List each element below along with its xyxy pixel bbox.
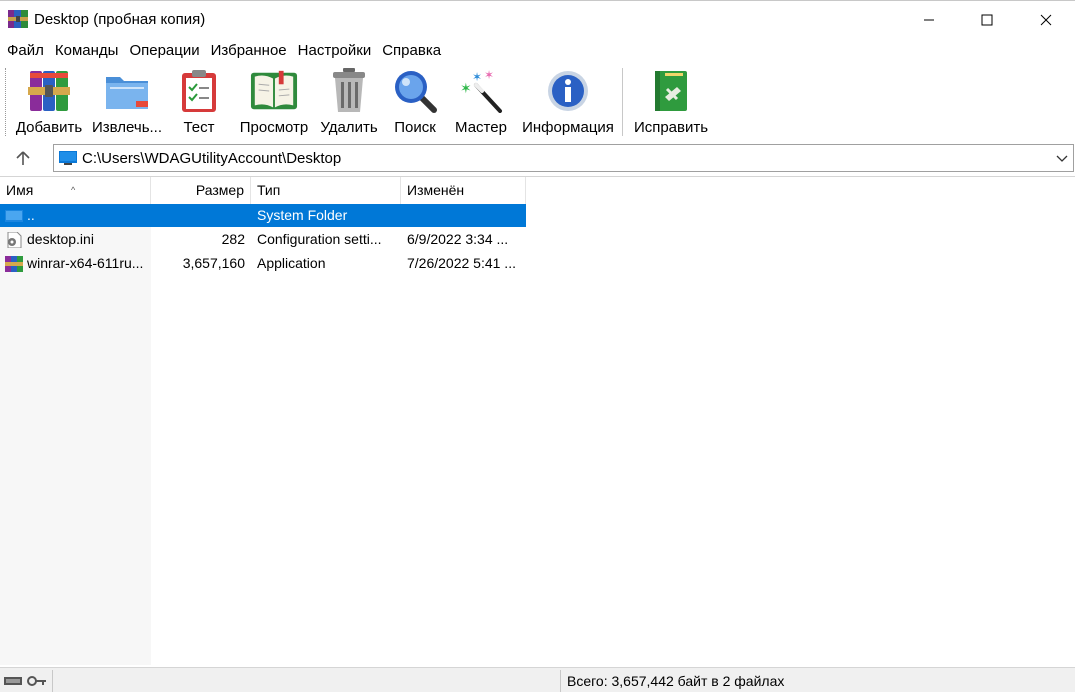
status-summary: Всего: 3,657,442 байт в 2 файлах	[567, 673, 785, 689]
status-divider	[560, 670, 561, 692]
extract-folder-icon	[106, 77, 148, 109]
toolbar: Добавить Извлечь... Тест Просмотр Удалит…	[0, 64, 1075, 140]
view-book-icon	[250, 70, 298, 110]
add-archive-icon	[28, 71, 70, 111]
row-size	[151, 204, 245, 227]
toolbar-separator	[622, 68, 623, 136]
row-modified: 6/9/2022 3:34 ...	[407, 231, 509, 247]
extract-button[interactable]: Извлечь...	[92, 68, 162, 136]
delete-label: Удалить	[320, 119, 378, 136]
column-header-size[interactable]: Размер	[151, 177, 251, 204]
view-label: Просмотр	[239, 119, 309, 136]
magic-wand-icon: ✶ ✶ ✶	[460, 69, 502, 113]
drive-monitor-icon	[59, 151, 77, 165]
column-header-name-label: Имя	[6, 182, 34, 198]
menu-file[interactable]: Файл	[3, 39, 48, 63]
menu-commands[interactable]: Команды	[51, 39, 123, 63]
column-header-modified-label: Изменён	[407, 182, 465, 198]
menu-bar: Файл Команды Операции Избранное Настройк…	[0, 39, 1075, 63]
column-header-type-label: Тип	[257, 182, 281, 198]
file-list[interactable]: Имя ^ Размер Тип Изменён .. System Folde…	[0, 176, 1075, 666]
list-header: Имя ^ Размер Тип Изменён	[0, 177, 526, 204]
row-name: ..	[27, 207, 35, 223]
test-label: Тест	[183, 119, 215, 136]
menu-help[interactable]: Справка	[378, 39, 445, 63]
address-combobox[interactable]: C:\Users\WDAGUtilityAccount\Desktop	[53, 144, 1074, 172]
view-button[interactable]: Просмотр	[236, 68, 312, 136]
column-header-size-label: Размер	[195, 182, 244, 198]
repair-book-icon	[655, 71, 687, 111]
search-icon	[395, 71, 437, 113]
title-bar: Desktop (пробная копия)	[0, 1, 1075, 39]
address-row: C:\Users\WDAGUtilityAccount\Desktop	[0, 142, 1075, 174]
maximize-icon	[981, 14, 993, 26]
info-button[interactable]: Информация	[520, 68, 616, 136]
close-icon	[1040, 14, 1052, 26]
row-name: desktop.ini	[27, 231, 94, 247]
menu-operations[interactable]: Операции	[125, 39, 203, 63]
status-bar: Всего: 3,657,442 байт в 2 файлах	[0, 667, 1075, 692]
menu-favorites[interactable]: Избранное	[207, 39, 291, 63]
trash-icon	[333, 68, 365, 112]
column-header-modified[interactable]: Изменён	[401, 177, 526, 204]
sort-ascending-icon: ^	[71, 185, 76, 195]
add-label: Добавить	[15, 119, 83, 136]
column-header-type[interactable]: Тип	[251, 177, 401, 204]
row-size: 282	[221, 231, 245, 247]
address-path: C:\Users\WDAGUtilityAccount\Desktop	[82, 150, 342, 167]
row-modified: 7/26/2022 5:41 ...	[407, 255, 516, 271]
column-header-name[interactable]: Имя ^	[0, 177, 151, 204]
window-title: Desktop (пробная копия)	[34, 11, 206, 28]
minimize-icon	[924, 19, 934, 21]
menu-settings[interactable]: Настройки	[294, 39, 376, 63]
row-size: 3,657,160	[182, 255, 245, 271]
up-folder-button[interactable]	[10, 147, 36, 169]
svg-text:✶: ✶	[472, 70, 482, 84]
add-button[interactable]: Добавить	[14, 68, 84, 136]
winrar-window: Desktop (пробная копия) Файл Команды Опе…	[0, 0, 1075, 692]
row-type: Configuration setti...	[257, 231, 382, 247]
extract-label: Извлечь...	[92, 119, 163, 136]
find-label: Поиск	[394, 119, 436, 136]
find-button[interactable]: Поиск	[386, 68, 444, 136]
test-clipboard-icon	[182, 70, 216, 112]
row-modified	[407, 204, 525, 227]
table-row[interactable]: desktop.ini 282 Configuration setti... 6…	[0, 228, 526, 251]
winrar-app-icon	[5, 256, 23, 272]
info-label: Информация	[522, 119, 614, 136]
repair-label: Исправить	[633, 119, 709, 136]
chevron-down-icon[interactable]	[1055, 151, 1069, 165]
winrar-icon	[8, 10, 28, 28]
settings-file-icon	[7, 232, 22, 248]
arrow-up-icon	[16, 151, 30, 165]
folder-icon	[5, 210, 23, 222]
delete-button[interactable]: Удалить	[318, 68, 380, 136]
toolbar-grip[interactable]	[5, 68, 8, 136]
close-button[interactable]	[1017, 1, 1075, 39]
row-type: Application	[257, 255, 326, 271]
table-row[interactable]: winrar-x64-611ru... 3,657,160 Applicatio…	[0, 252, 526, 275]
wizard-label: Мастер	[455, 119, 507, 136]
status-divider	[52, 670, 53, 692]
info-icon	[548, 71, 588, 111]
wizard-button[interactable]: ✶ ✶ ✶ Мастер	[450, 68, 512, 136]
table-row[interactable]: .. System Folder	[0, 204, 526, 227]
svg-text:✶: ✶	[460, 80, 472, 96]
svg-text:✶: ✶	[484, 69, 494, 82]
row-name: winrar-x64-611ru...	[27, 255, 144, 271]
repair-button[interactable]: Исправить	[632, 68, 710, 136]
drive-key-icon[interactable]	[4, 673, 48, 689]
maximize-button[interactable]	[958, 1, 1016, 39]
row-type: System Folder	[257, 207, 348, 223]
minimize-button[interactable]	[900, 1, 958, 39]
test-button[interactable]: Тест	[170, 68, 228, 136]
